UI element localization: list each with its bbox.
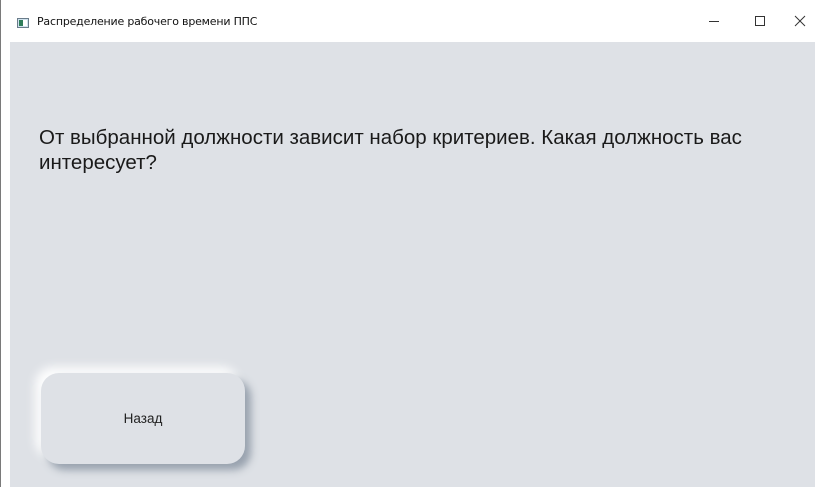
- maximize-button[interactable]: [737, 0, 783, 42]
- question-text: От выбранной должности зависит набор кри…: [39, 126, 742, 174]
- window-title: Распределение рабочего времени ППС: [37, 15, 258, 28]
- main-content: От выбранной должности зависит набор кри…: [10, 42, 815, 487]
- minimize-icon: [709, 21, 719, 22]
- app-window-icon: [17, 18, 29, 28]
- minimize-button[interactable]: [691, 0, 737, 42]
- title-bar[interactable]: Распределение рабочего времени ППС: [1, 0, 815, 42]
- app-window: Распределение рабочего времени ППС От вы…: [0, 0, 815, 487]
- close-button[interactable]: [783, 0, 815, 42]
- maximize-icon: [755, 16, 765, 26]
- back-button[interactable]: Назад: [41, 373, 245, 464]
- close-icon: [794, 15, 805, 27]
